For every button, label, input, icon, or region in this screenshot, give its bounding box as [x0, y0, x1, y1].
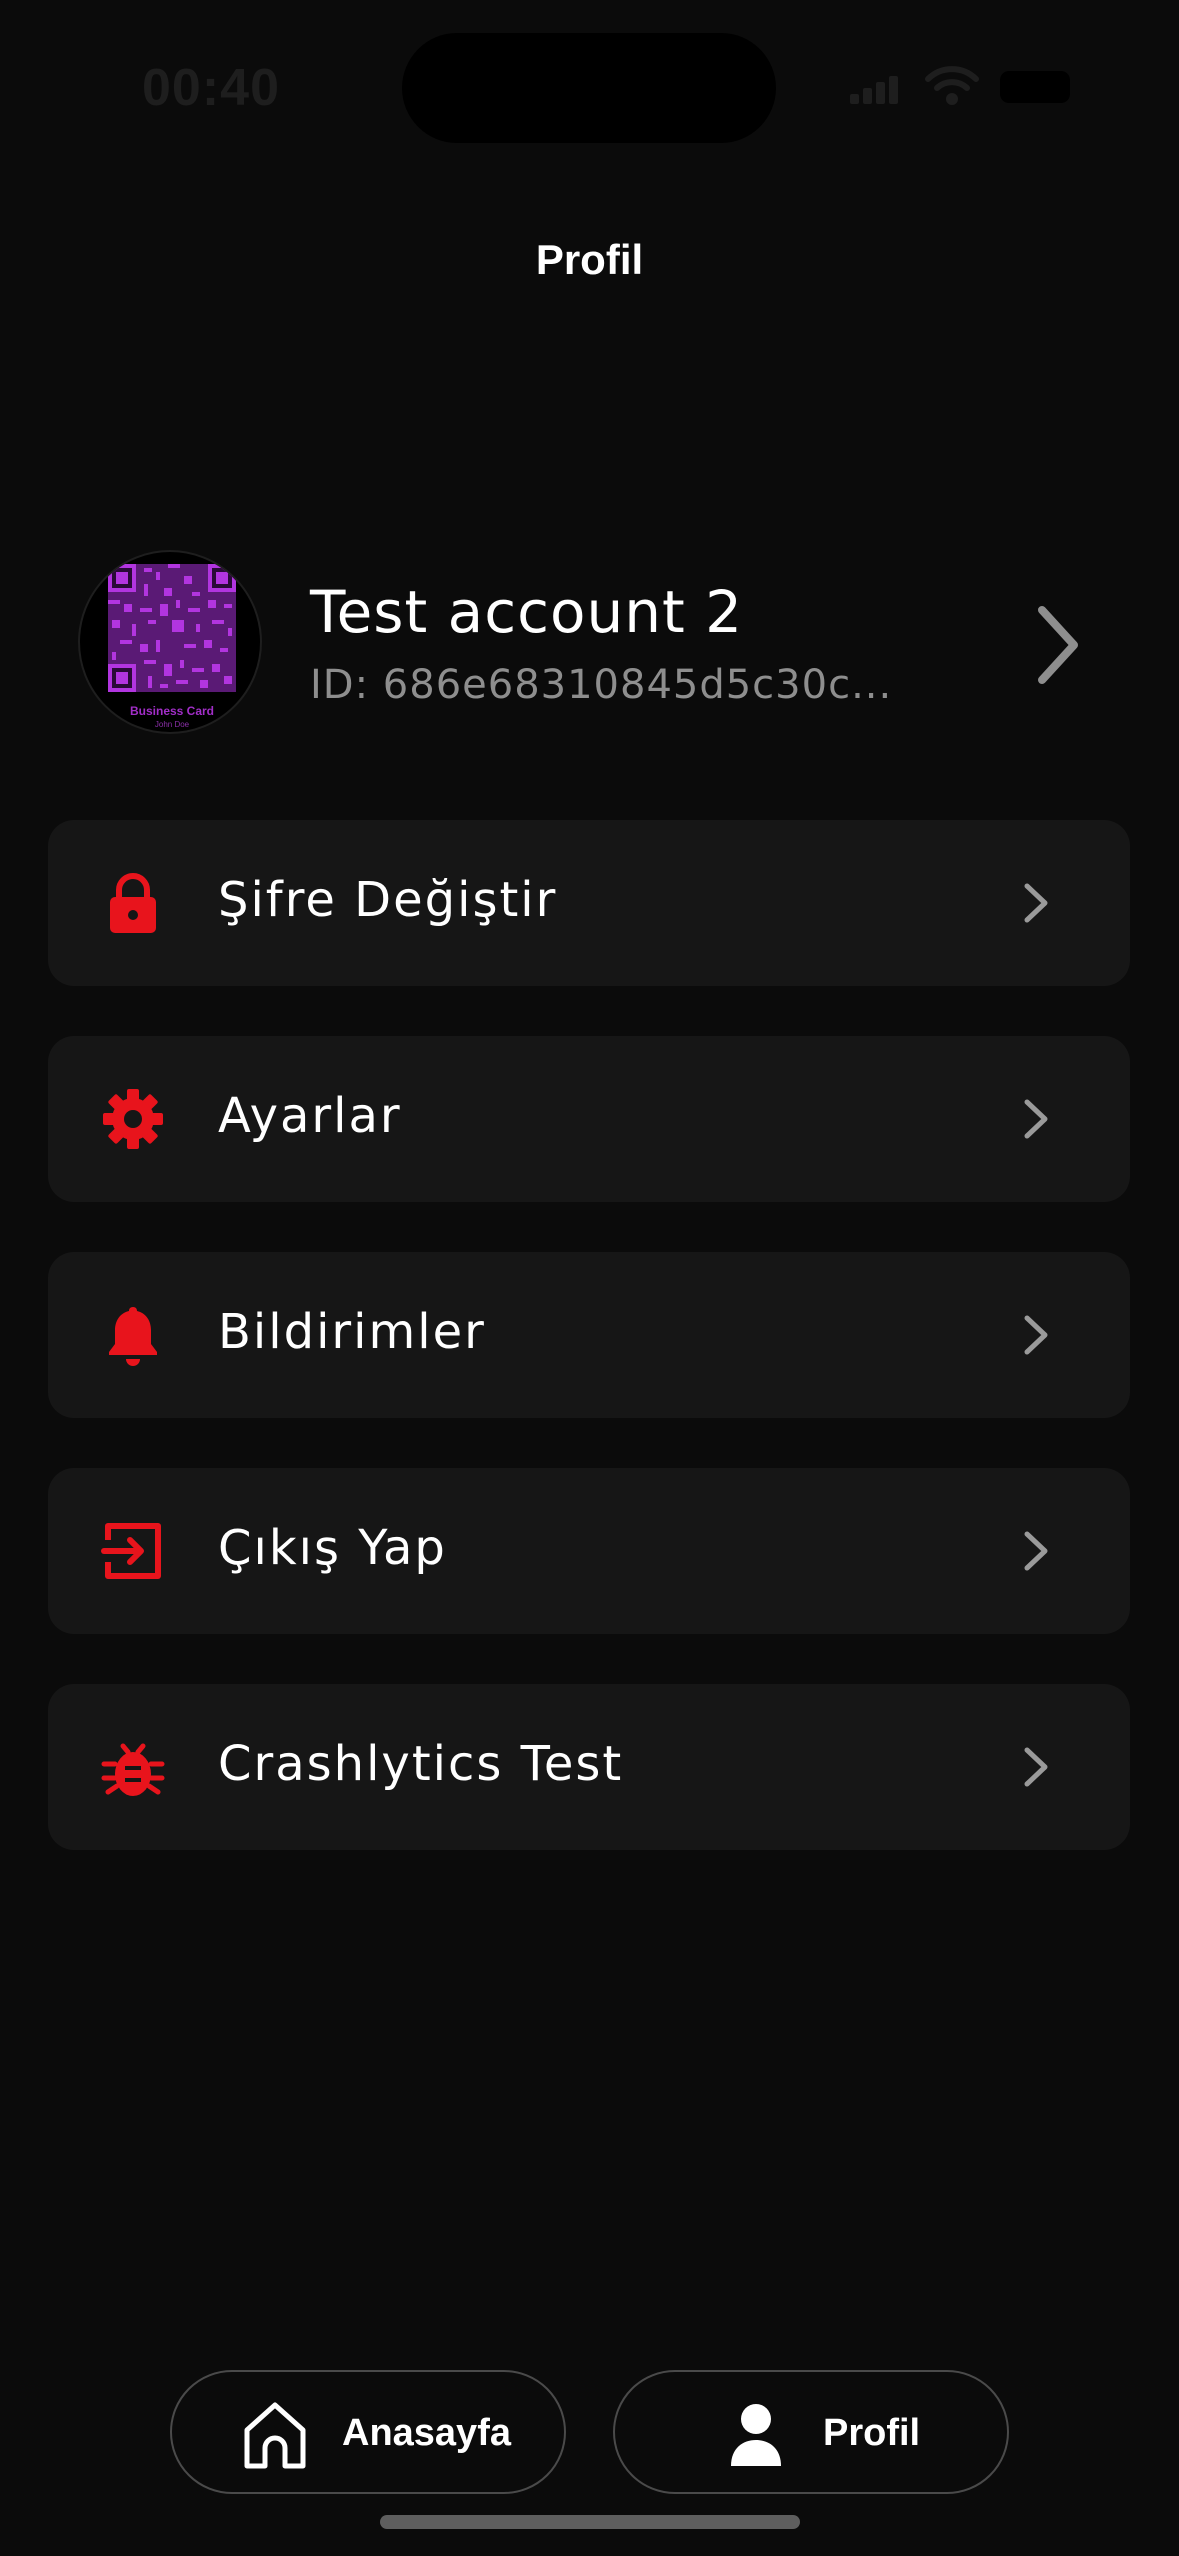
chevron-right-icon: [1024, 1099, 1048, 1139]
chevron-right-icon: [1024, 1747, 1048, 1787]
wifi-icon: [925, 66, 979, 105]
page-title: Profil: [535, 236, 644, 283]
qr-code-icon: [108, 564, 236, 692]
nav-tab-label: Profil: [823, 2412, 921, 2454]
status-bar: 00:40: [0, 0, 1179, 150]
battery-icon: [1000, 71, 1070, 103]
status-time: 00:40: [142, 59, 280, 117]
menu-item-settings[interactable]: Ayarlar: [48, 1036, 1130, 1202]
menu-item-label: Ayarlar: [218, 1088, 402, 1144]
chevron-right-icon: [1024, 1315, 1048, 1355]
signal-icon: [850, 70, 900, 104]
menu-item-label: Şifre Değiştir: [218, 872, 558, 928]
nav-tab-profile[interactable]: Profil: [613, 2370, 1009, 2494]
account-id: ID: 686e68310845d5c30c...: [310, 662, 893, 708]
menu-item-logout[interactable]: Çıkış Yap: [48, 1468, 1130, 1634]
logout-icon: [101, 1523, 161, 1579]
chevron-right-icon: [1024, 883, 1048, 923]
bottom-nav: Anasayfa Profil: [0, 2370, 1179, 2496]
nav-tab-label: Anasayfa: [342, 2412, 511, 2454]
avatar: Business Card John Doe: [78, 550, 262, 734]
menu-item-crashlytics-test[interactable]: Crashlytics Test: [48, 1684, 1130, 1850]
menu-item-label: Crashlytics Test: [218, 1736, 624, 1792]
bell-icon: [109, 1307, 157, 1366]
nav-tab-home[interactable]: Anasayfa: [170, 2370, 566, 2494]
menu-item-notifications[interactable]: Bildirimler: [48, 1252, 1130, 1418]
gear-icon: [103, 1089, 163, 1149]
bug-icon: [101, 1743, 165, 1796]
avatar-card-sub: John Doe: [154, 720, 190, 729]
account-name: Test account 2: [310, 578, 744, 646]
chevron-right-icon: [1038, 606, 1078, 684]
dynamic-island: [402, 33, 776, 143]
person-icon: [731, 2404, 781, 2466]
menu-item-change-password[interactable]: Şifre Değiştir: [48, 820, 1130, 986]
menu-item-label: Bildirimler: [218, 1304, 486, 1360]
home-icon: [244, 2402, 306, 2469]
lock-icon: [110, 873, 156, 933]
avatar-card-label: Business Card: [129, 704, 215, 718]
profile-card[interactable]: Business Card John Doe Test account 2 ID…: [78, 550, 1118, 740]
home-indicator[interactable]: [380, 2515, 800, 2529]
menu-item-label: Çıkış Yap: [218, 1520, 447, 1576]
chevron-right-icon: [1024, 1531, 1048, 1571]
